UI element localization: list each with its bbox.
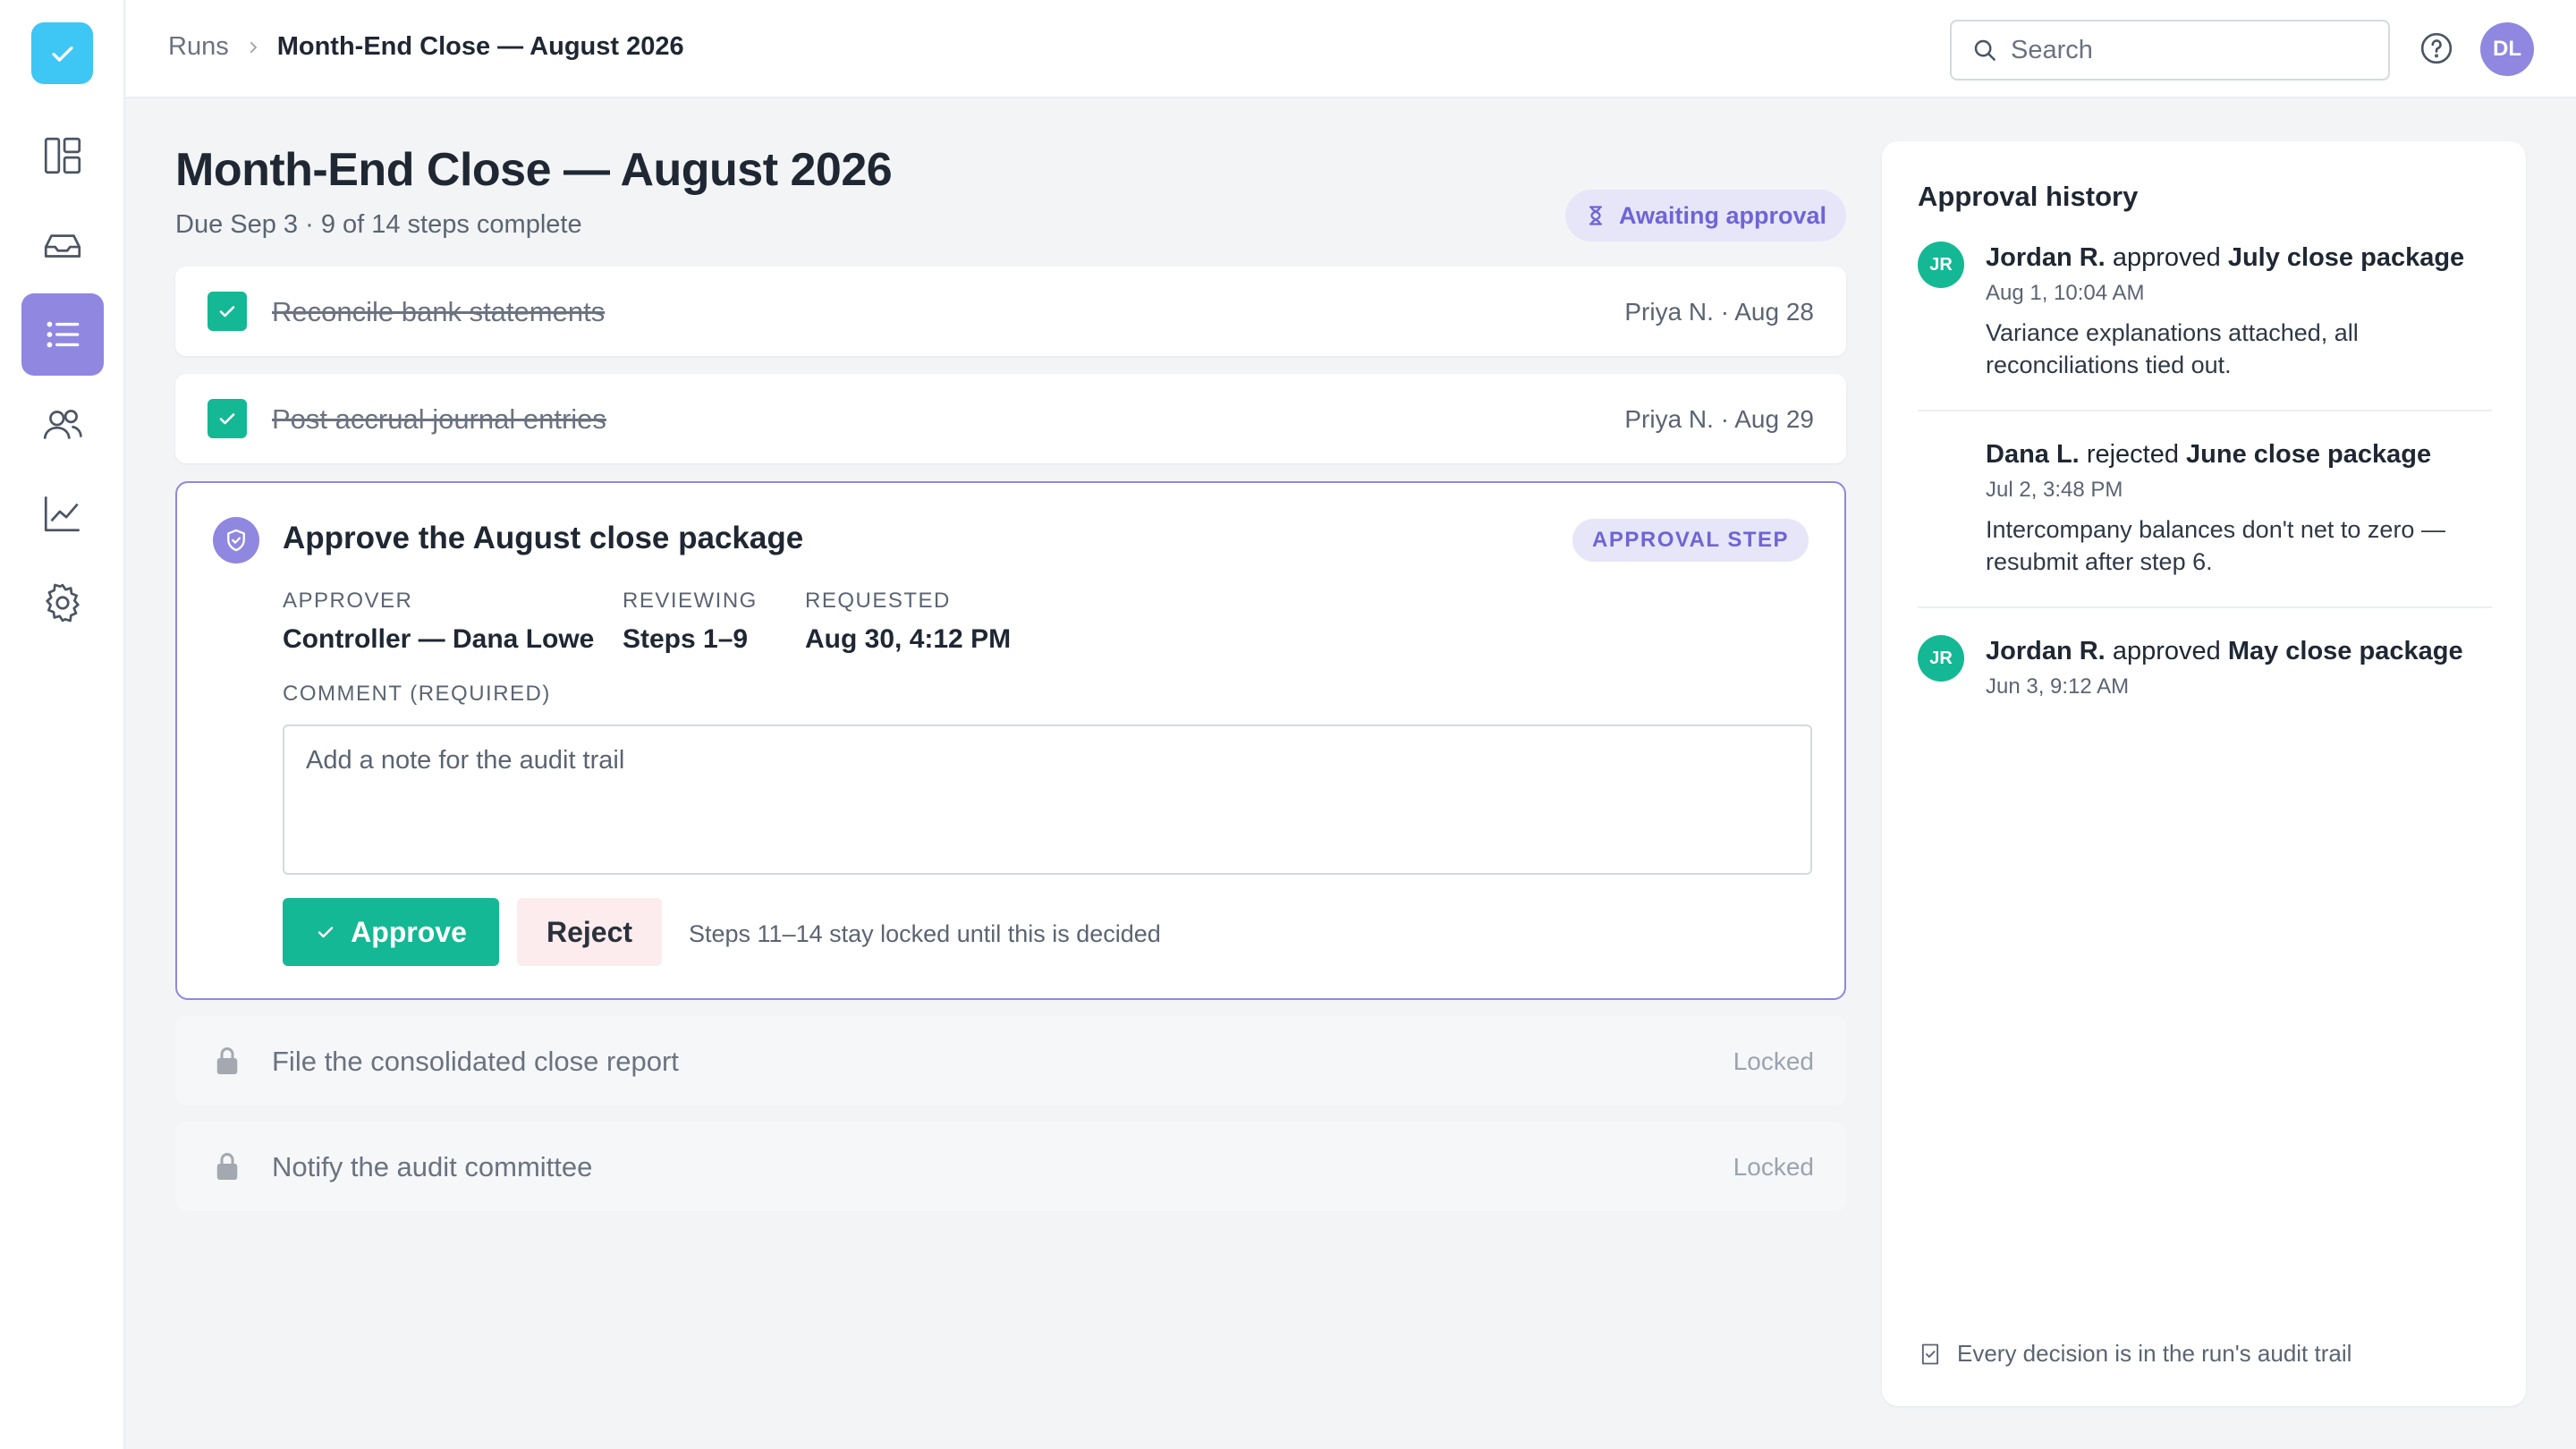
breadcrumb: Runs Month-End Close — August 2026 [168,32,684,62]
history-entry-summary: Dana L. rejected June close package [1986,440,2431,470]
step-meta: Priya N. · Aug 28 [1624,298,1814,326]
checkbox-checked[interactable] [208,292,247,331]
history-actor: Dana L. [1986,440,2080,469]
user-avatar[interactable]: DL [2480,22,2534,76]
chevron-right-icon [245,39,261,55]
step-meta: Locked [1733,1153,1814,1181]
step-row-done[interactable]: Post accrual journal entries Priya N. · … [175,374,1846,463]
top-bar: Runs Month-End Close — August 2026 DL [125,0,2576,98]
history-entry: JR Jordan R. approved May close package … [1918,635,2492,707]
approval-history-panel: Approval history JR Jordan R. approved J… [1882,141,2526,1406]
history-time: Jul 2, 3:48 PM [1986,478,2123,502]
sidebar-item-settings[interactable] [21,562,104,644]
approver-label: APPROVER [283,589,413,613]
history-title: Approval history [1918,181,2139,212]
approve-button[interactable]: Approve [283,898,499,966]
reviewing-label: REVIEWING [623,589,758,613]
history-note: Intercompany balances don't net to zero … [1986,516,2445,575]
history-action: approved [2112,243,2221,272]
sidebar [0,0,125,1449]
sidebar-item-inbox[interactable] [21,204,104,286]
history-time: Aug 1, 10:04 AM [1986,281,2145,305]
status-label: Awaiting approval [1618,201,1827,229]
lock-icon [216,1047,238,1074]
avatar: JR [1918,242,1964,288]
breadcrumb-current: Month-End Close — August 2026 [276,32,684,61]
step-title: Reconcile bank statements [272,296,606,327]
page-title: Month-End Close — August 2026 [175,144,893,196]
search-icon [1974,39,1996,61]
hourglass-icon [1589,206,1603,225]
approve-button-label: Approve [351,915,467,948]
step-title: Post accrual journal entries [272,403,606,435]
approver-value: Controller — Dana Lowe [283,624,595,654]
history-time: Jun 3, 9:12 AM [1986,674,2130,699]
history-entry: Dana L. rejected June close package Jul … [1918,438,2492,608]
history-note: Variance explanations attached, all reco… [1986,319,2359,378]
checkbox-checked[interactable] [208,399,247,438]
history-entry-summary: Jordan R. approved May close package [1986,637,2463,666]
approval-step-card: Approve the August close package APPROVA… [175,481,1846,1000]
check-icon [318,927,334,938]
history-actor: Jordan R. [1986,243,2106,272]
approval-step-badge: APPROVAL STEP [1572,519,1809,562]
dashboard-icon [44,137,81,174]
chart-icon [44,496,80,532]
reviewing-value: Steps 1–9 [623,624,749,654]
search-box[interactable] [1950,20,2390,80]
divider [1918,410,2492,411]
comment-field[interactable] [283,724,1812,875]
shield-check-icon [213,517,259,564]
history-action: approved [2112,637,2221,665]
search-input[interactable] [2011,35,2351,65]
divider [1918,606,2492,608]
lock-note: Steps 11–14 stay locked until this is de… [689,920,1161,947]
audit-check-icon [1921,1343,1939,1364]
list-icon [47,321,80,348]
reject-button[interactable]: Reject [517,898,662,966]
audit-trail-note: Every decision is in the run's audit tra… [1918,1340,2351,1368]
sidebar-item-team[interactable] [21,383,104,465]
history-subject: June close package [2186,440,2432,469]
history-subject: May close package [2227,637,2463,665]
step-row-locked: Notify the audit committee Locked [175,1122,1846,1211]
history-subject: July close package [2227,243,2465,272]
history-actor: Jordan R. [1986,637,2106,665]
step-row-locked: File the consolidated close report Locke… [175,1016,1846,1106]
breadcrumb-runs-link[interactable]: Runs [168,32,229,62]
step-meta: Priya N. · Aug 29 [1624,405,1814,433]
audit-trail-text: Every decision is in the run's audit tra… [1957,1340,2352,1367]
check-logo-icon[interactable] [31,22,93,84]
step-title: File the consolidated close report [272,1046,679,1077]
status-badge: Awaiting approval [1565,190,1846,242]
requested-value: Aug 30, 4:12 PM [805,624,1012,654]
step-meta: Locked [1733,1047,1814,1075]
inbox-icon [44,234,81,258]
settings-icon [46,583,80,623]
step-row-done[interactable]: Reconcile bank statements Priya N. · Aug… [175,267,1846,356]
requested-label: REQUESTED [805,589,951,613]
sidebar-item-reports[interactable] [21,472,104,555]
approval-title: Approve the August close package [283,521,804,555]
avatar: JR [1918,635,1964,682]
help-icon[interactable] [2417,29,2456,68]
page-subtitle: Due Sep 3 · 9 of 14 steps complete [175,210,582,239]
history-entry-summary: Jordan R. approved July close package [1986,243,2464,273]
sidebar-item-runs[interactable] [21,293,104,376]
history-action: rejected [2086,440,2179,469]
users-icon [43,410,82,439]
comment-label: COMMENT (REQUIRED) [283,682,551,706]
lock-icon [216,1153,238,1180]
history-entry: JR Jordan R. approved July close package… [1918,242,2492,411]
sidebar-item-dashboard[interactable] [21,114,104,197]
check-icon [219,413,235,425]
step-title: Notify the audit committee [272,1151,593,1182]
check-icon [219,306,235,318]
